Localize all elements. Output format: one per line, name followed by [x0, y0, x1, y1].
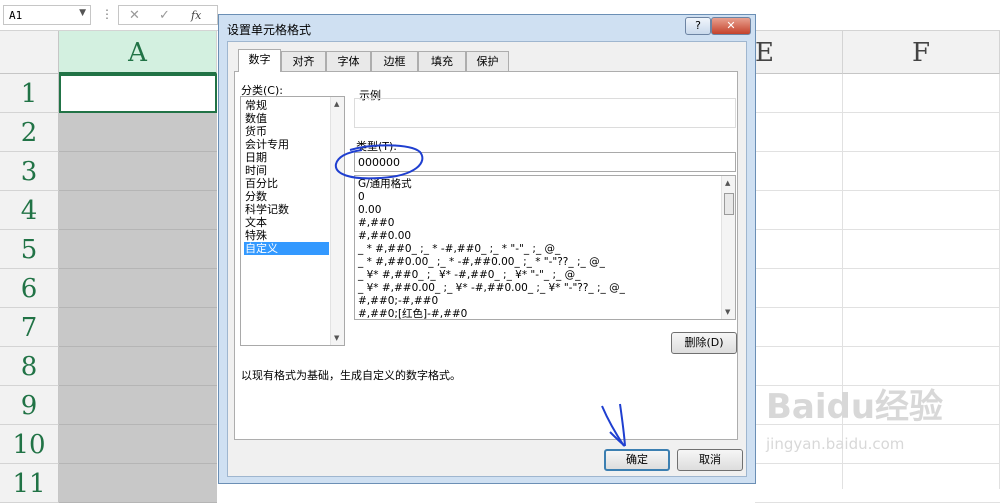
scroll-thumb[interactable] — [724, 193, 734, 215]
cancel-icon[interactable]: ✕ — [129, 8, 140, 23]
watermark-url: jingyan.baidu.com — [766, 435, 905, 453]
cell[interactable] — [59, 308, 217, 347]
format-item[interactable]: #,##0 — [358, 217, 394, 230]
grid-line — [755, 151, 1000, 152]
function-icon[interactable]: fx — [191, 9, 201, 22]
column-e-label: E — [755, 38, 774, 68]
cancel-button[interactable]: 取消 — [677, 449, 743, 471]
cell[interactable] — [59, 386, 217, 425]
row-header[interactable]: 9 — [0, 386, 59, 425]
category-item[interactable]: 分数 — [244, 190, 329, 203]
format-scrollbar[interactable]: ▲ ▼ — [721, 176, 735, 319]
scroll-down-icon[interactable]: ▼ — [725, 308, 730, 316]
cell[interactable] — [59, 230, 217, 269]
format-item[interactable]: 0.00 — [358, 204, 381, 217]
cell[interactable] — [59, 464, 217, 503]
sample-box — [354, 98, 736, 128]
category-item[interactable]: 百分比 — [244, 177, 329, 190]
row-header[interactable]: 4 — [0, 191, 59, 230]
row-header[interactable]: 3 — [0, 152, 59, 191]
delete-button[interactable]: 删除(D) — [671, 332, 737, 354]
format-item[interactable]: G/通用格式 — [358, 178, 412, 191]
category-item[interactable]: 常规 — [244, 99, 329, 112]
row-header[interactable]: 2 — [0, 113, 59, 152]
grid-line — [755, 307, 1000, 308]
select-all-corner[interactable] — [0, 31, 59, 74]
help-button[interactable]: ? — [685, 17, 711, 35]
format-item[interactable]: _ ¥* #,##0.00_ ;_ ¥* -#,##0.00_ ;_ ¥* "-… — [358, 282, 625, 295]
row-header[interactable]: 7 — [0, 308, 59, 347]
grid-line — [755, 385, 1000, 386]
type-input-value: 000000 — [358, 156, 400, 169]
column-header-a[interactable]: A — [59, 31, 217, 74]
cell[interactable] — [59, 269, 217, 308]
close-button[interactable]: ✕ — [711, 17, 751, 35]
row-header[interactable]: 6 — [0, 269, 59, 308]
category-item[interactable]: 会计专用 — [244, 138, 329, 151]
format-item[interactable]: #,##0;[红色]-#,##0 — [358, 308, 467, 319]
scroll-up-icon[interactable]: ▲ — [334, 100, 339, 108]
dialog-body: 数字 对齐 字体 边框 填充 保护 分类(C): 常规 数值 货币 会计专用 日期 时间 百分比 分数科… — [227, 41, 747, 477]
category-item[interactable]: 特殊 — [244, 229, 329, 242]
grid-line — [755, 502, 1000, 503]
row-header[interactable]: 11 — [0, 464, 59, 503]
column-header-e[interactable]: E — [755, 31, 843, 74]
tab-1[interactable]: 对齐 — [281, 51, 326, 71]
formula-buttons: ✕ ✓ fx — [118, 5, 218, 25]
category-item[interactable]: 日期 — [244, 151, 329, 164]
format-item[interactable]: 0 — [358, 191, 365, 204]
row-header[interactable]: 10 — [0, 425, 59, 464]
column-header-f[interactable]: F — [843, 31, 1000, 74]
cell[interactable] — [59, 113, 217, 152]
number-tab-page: 分类(C): 常规 数值 货币 会计专用 日期 时间 百分比 分数 科学记数 文本 特殊 自定义 ▲ … — [234, 71, 738, 440]
type-input[interactable]: 000000 — [354, 152, 736, 172]
row-header[interactable]: 5 — [0, 230, 59, 269]
grid-line — [755, 346, 1000, 347]
category-item[interactable]: 时间 — [244, 164, 329, 177]
grid-line — [755, 229, 1000, 230]
category-item[interactable]: 货币 — [244, 125, 329, 138]
category-item[interactable]: 自定义 — [244, 242, 329, 255]
active-cell[interactable] — [59, 74, 217, 113]
grid-line — [755, 112, 1000, 113]
grid-line — [755, 268, 1000, 269]
name-box-value: A1 — [9, 9, 23, 22]
format-item[interactable]: #,##0;-#,##0 — [358, 295, 438, 308]
ok-button[interactable]: 确定 — [604, 449, 670, 471]
cell[interactable] — [59, 191, 217, 230]
category-scrollbar[interactable]: ▲ ▼ — [330, 97, 344, 345]
grid-line — [755, 190, 1000, 191]
tab-2[interactable]: 字体 — [326, 51, 371, 71]
category-item[interactable]: 科学记数 — [244, 203, 329, 216]
check-icon[interactable]: ✓ — [159, 8, 170, 23]
format-item[interactable]: #,##0.00 — [358, 230, 411, 243]
format-cells-dialog: 设置单元格格式 ? ✕ 数字 对齐 字体 边框 填充 保护 分类(C): 常规 数值 货币 会计… — [218, 14, 756, 484]
description-text: 以现有格式为基础，生成自定义的数字格式。 — [241, 369, 461, 382]
watermark-brand: Baidu经验 — [766, 387, 944, 427]
chevron-down-icon[interactable]: ▼ — [79, 8, 86, 18]
format-item[interactable]: _ * #,##0_ ;_ * -#,##0_ ;_ * "-"_ ;_ @_ — [358, 243, 560, 256]
format-list[interactable]: G/通用格式 0 0.00 #,##0 #,##0.00 _ * #,##0_ ;_ * … — [354, 175, 736, 320]
baidu-watermark: Baidu经验 jingyan.baidu.com — [766, 388, 943, 454]
category-item[interactable]: 数值 — [244, 112, 329, 125]
tab-0[interactable]: 数字 — [238, 49, 281, 72]
name-box[interactable]: A1 ▼ — [3, 5, 91, 25]
more-icon[interactable]: ⋮ — [101, 7, 113, 21]
tab-5[interactable]: 保护 — [466, 51, 509, 71]
dialog-title: 设置单元格格式 — [227, 23, 312, 37]
scroll-up-icon[interactable]: ▲ — [725, 179, 730, 187]
scroll-down-icon[interactable]: ▼ — [334, 334, 339, 342]
format-item[interactable]: _ ¥* #,##0_ ;_ ¥* -#,##0_ ;_ ¥* "-"_ ;_ … — [358, 269, 580, 282]
format-item[interactable]: _ * #,##0.00_ ;_ * -#,##0.00_ ;_ * "-"??… — [358, 256, 605, 269]
cell[interactable] — [59, 425, 217, 464]
category-list[interactable]: 常规 数值 货币 会计专用 日期 时间 百分比 分数 科学记数 文本 特殊 自定义 ▲ ▼ — [240, 96, 345, 346]
tab-4[interactable]: 填充 — [418, 51, 466, 71]
cell[interactable] — [59, 152, 217, 191]
row-header[interactable]: 1 — [0, 74, 59, 113]
grid-line — [755, 463, 1000, 464]
category-item[interactable]: 文本 — [244, 216, 329, 229]
row-header[interactable]: 8 — [0, 347, 59, 386]
tab-3[interactable]: 边框 — [371, 51, 418, 71]
cell[interactable] — [59, 347, 217, 386]
